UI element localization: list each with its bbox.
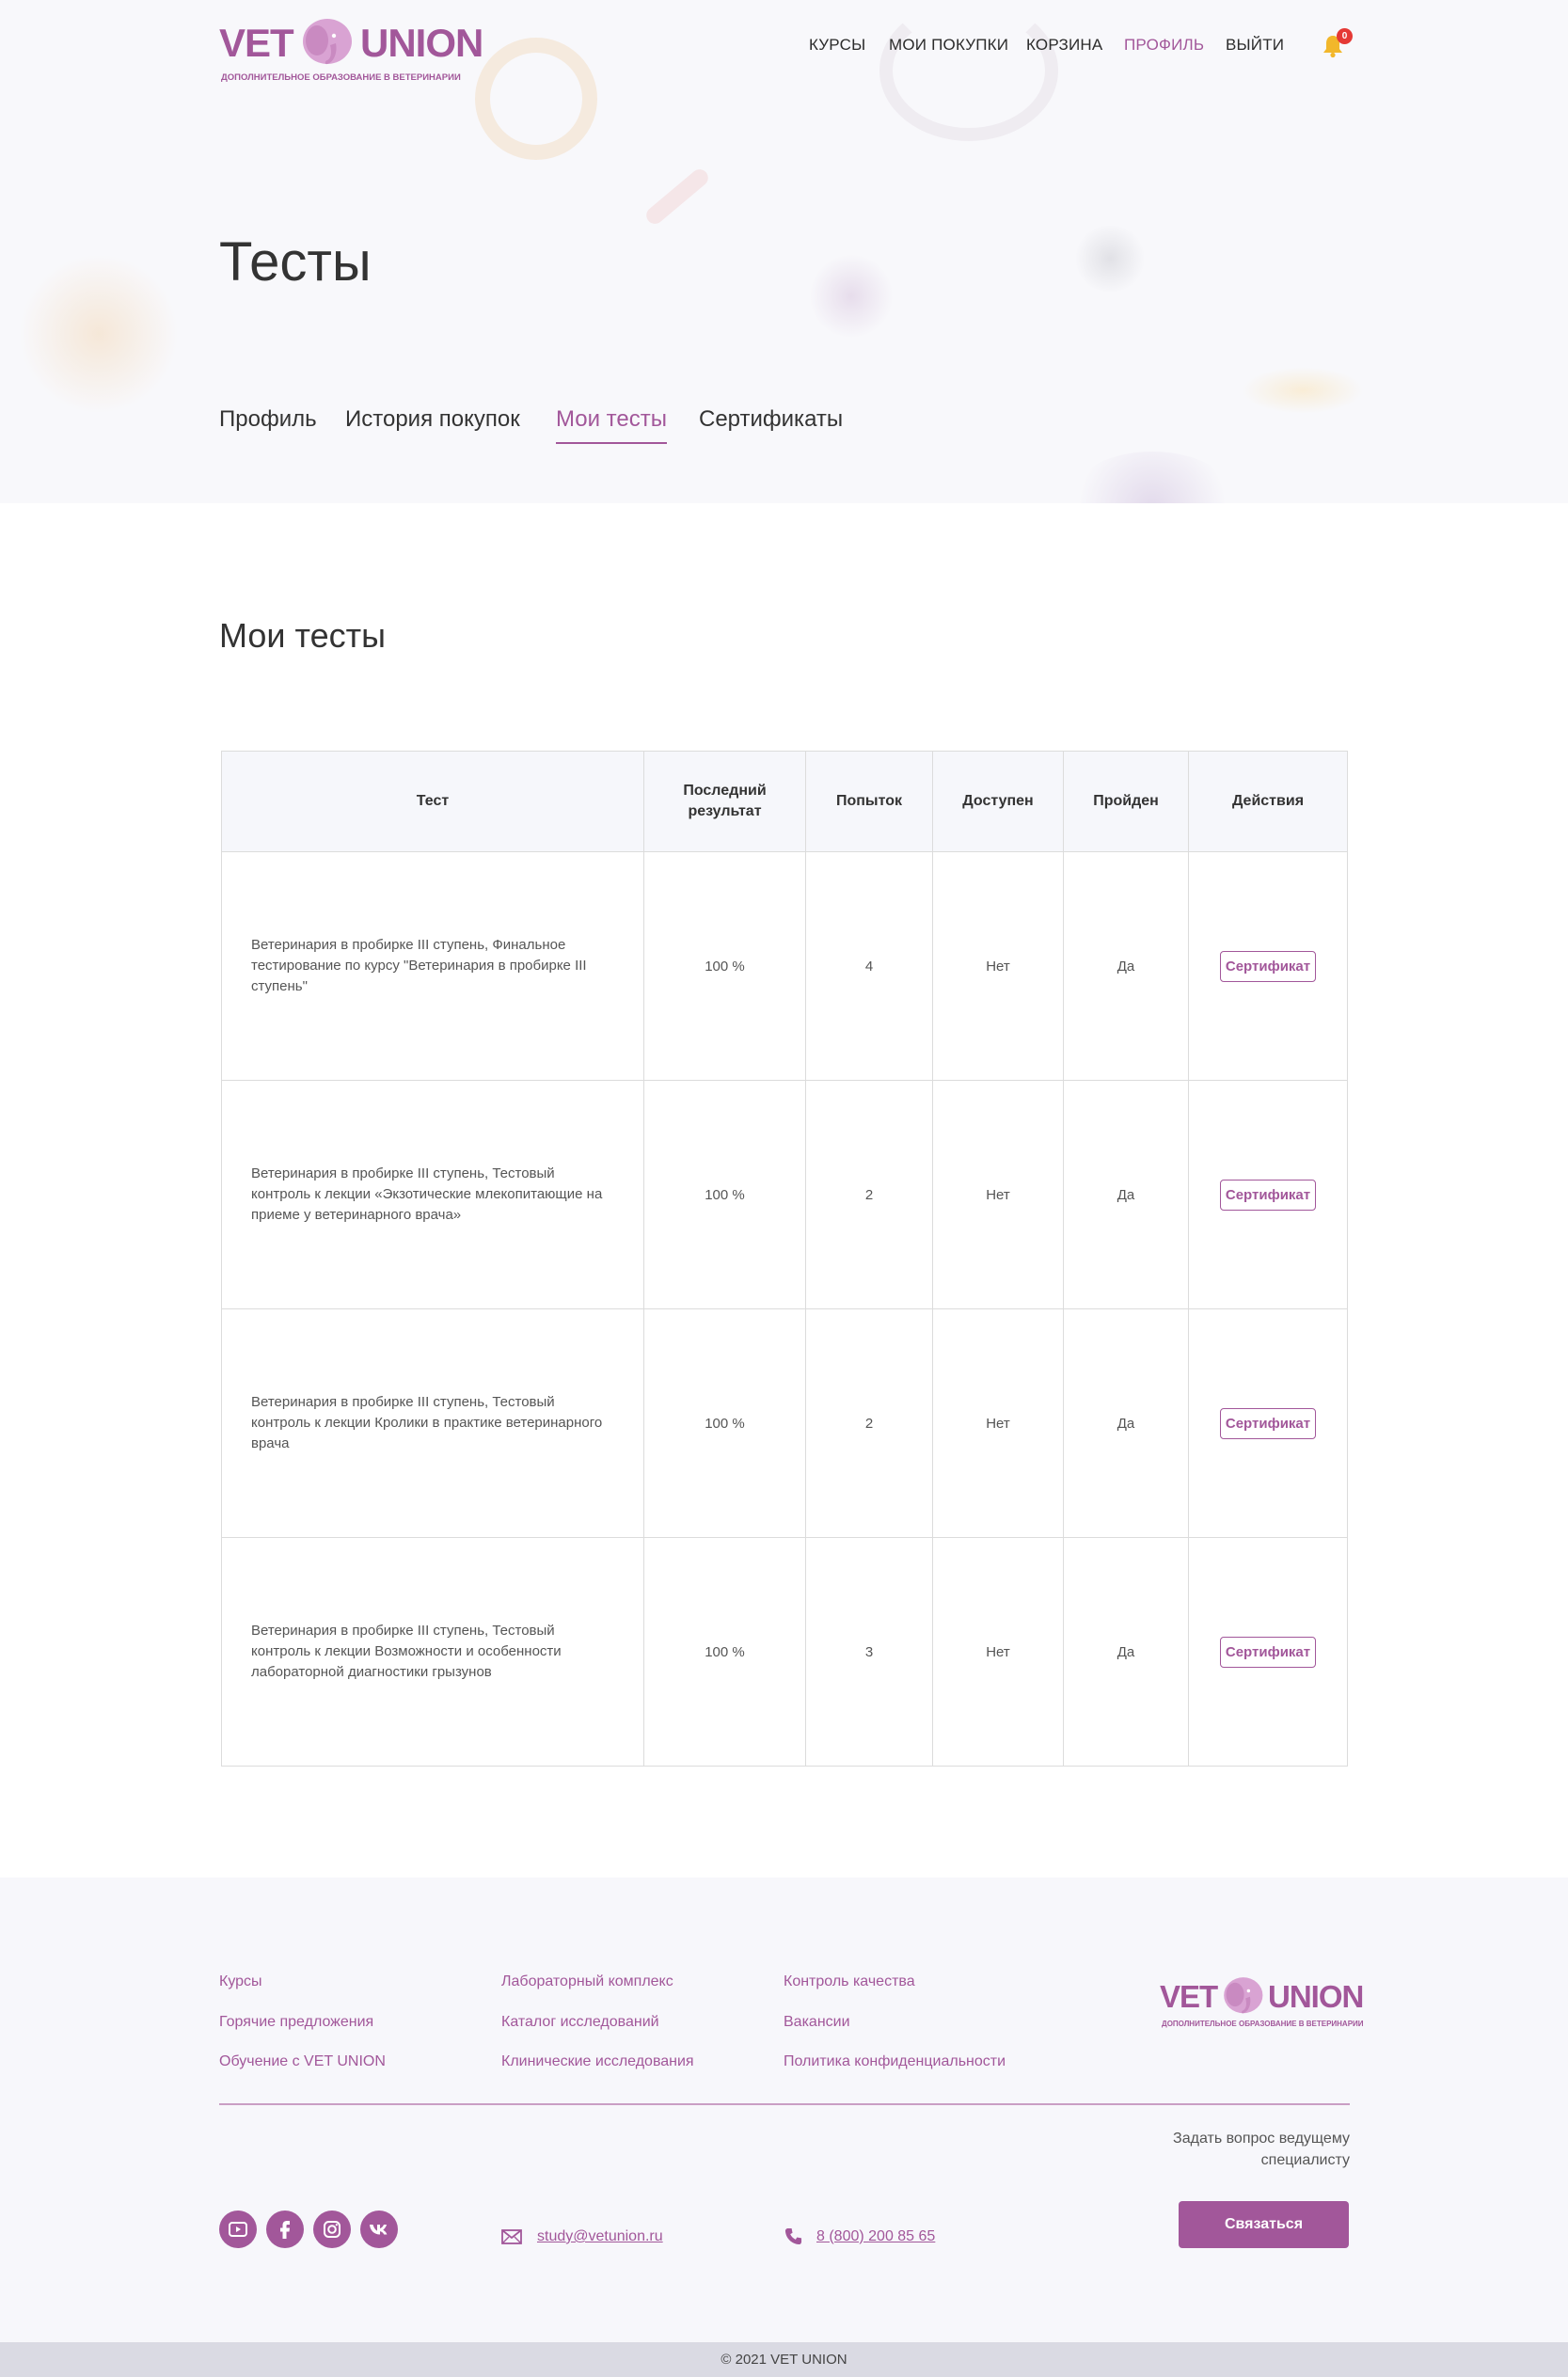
elephant-logo-icon xyxy=(303,19,352,65)
nav-item-courses[interactable]: КУРСЫ xyxy=(809,36,865,55)
contact-button[interactable]: Связаться xyxy=(1179,2201,1349,2248)
footer-logo[interactable]: VET UNION ДОПОЛНИТЕЛЬНОЕ ОБРАЗОВАНИЕ В В… xyxy=(1160,1971,1364,2031)
certificate-button[interactable]: Сертификат xyxy=(1219,1407,1317,1439)
ask-specialist-text: Задать вопрос ведущему специалисту xyxy=(1173,2131,1350,2168)
certificate-button[interactable]: Сертификат xyxy=(1219,1636,1317,1668)
instagram-link[interactable] xyxy=(313,2211,351,2248)
header-logo[interactable]: VET UNION ДОПОЛНИТЕЛЬНОЕ ОБРАЗОВАНИЕ В В… xyxy=(219,9,483,85)
test-name-cell: Ветеринария в пробирке III ступень, Фина… xyxy=(221,851,644,1081)
footer-link-privacy-policy[interactable]: Политика конфиденциальности xyxy=(784,2053,1006,2070)
test-name-cell: Ветеринария в пробирке III ступень, Тест… xyxy=(221,1080,644,1309)
passed-cell: Да xyxy=(1063,1537,1189,1767)
attempts-cell: 3 xyxy=(805,1537,933,1767)
test-name-cell: Ветеринария в пробирке III ступень, Тест… xyxy=(221,1537,644,1767)
page-title: Тесты xyxy=(219,231,372,293)
column-header-available: Доступен xyxy=(932,751,1064,852)
last-result-cell: 100 % xyxy=(643,1537,806,1767)
nav-item-my-purchases[interactable]: МОИ ПОКУПКИ xyxy=(889,36,1008,55)
available-cell: Нет xyxy=(932,1537,1064,1767)
logo-word-vet: VET xyxy=(219,21,294,65)
tests-table: Тест Последний результат Попыток Доступе… xyxy=(221,751,1348,1767)
copyright-bar: © 2021 VET UNION xyxy=(0,2342,1568,2377)
passed-cell: Да xyxy=(1063,1308,1189,1538)
passed-cell: Да xyxy=(1063,851,1189,1081)
available-cell: Нет xyxy=(932,1308,1064,1538)
footer-link-hot-offers[interactable]: Горячие предложения xyxy=(219,2014,373,2031)
decor-ring xyxy=(879,0,1058,141)
attempts-cell: 2 xyxy=(805,1308,933,1538)
footer-link-catalog[interactable]: Каталог исследований xyxy=(501,2014,659,2031)
footer-link-courses[interactable]: Курсы xyxy=(219,1973,262,1990)
test-name-cell: Ветеринария в пробирке III ступень, Тест… xyxy=(221,1308,644,1538)
vk-link[interactable] xyxy=(360,2211,398,2248)
elephant-logo-icon xyxy=(1224,1977,1263,2014)
youtube-link[interactable] xyxy=(219,2211,257,2248)
logo-word-union: UNION xyxy=(1268,1979,1364,2014)
youtube-icon xyxy=(229,2222,247,2237)
phone-link[interactable]: 8 (800) 200 85 65 xyxy=(816,2228,935,2245)
table-row: Ветеринария в пробирке III ступень, Тест… xyxy=(221,1308,1348,1538)
certificate-button[interactable]: Сертификат xyxy=(1219,1179,1317,1211)
table-header-row: Тест Последний результат Попыток Доступе… xyxy=(221,751,1348,852)
footer xyxy=(0,1878,1568,2342)
decor-blob xyxy=(809,254,894,339)
nav-item-logout[interactable]: ВЫЙТИ xyxy=(1226,36,1284,55)
vk-icon xyxy=(370,2225,388,2235)
logo-word-vet: VET xyxy=(1160,1979,1218,2014)
attempts-cell: 2 xyxy=(805,1080,933,1309)
column-header-attempts: Попыток xyxy=(805,751,933,852)
section-title: Мои тесты xyxy=(219,616,386,655)
logo-word-union: UNION xyxy=(360,21,483,65)
available-cell: Нет xyxy=(932,851,1064,1081)
tab-my-tests[interactable]: Мои тесты xyxy=(556,406,667,444)
logo-tagline: ДОПОЛНИТЕЛЬНОЕ ОБРАЗОВАНИЕ В ВЕТЕРИНАРИИ xyxy=(221,72,461,83)
facebook-link[interactable] xyxy=(266,2211,304,2248)
attempts-cell: 4 xyxy=(805,851,933,1081)
notifications-button[interactable]: 0 xyxy=(1322,28,1353,60)
footer-link-lab-complex[interactable]: Лабораторный комплекс xyxy=(501,1973,673,1990)
nav-item-cart[interactable]: КОРЗИНА xyxy=(1026,36,1102,55)
phone-icon xyxy=(784,2227,802,2245)
footer-link-training[interactable]: Обучение с VET UNION xyxy=(219,2053,386,2070)
available-cell: Нет xyxy=(932,1080,1064,1309)
actions-cell: Сертификат xyxy=(1188,851,1348,1081)
footer-link-vacancies[interactable]: Вакансии xyxy=(784,2014,850,2031)
tab-certificates[interactable]: Сертификаты xyxy=(699,406,843,442)
decor-pill xyxy=(642,166,712,228)
column-header-actions: Действия xyxy=(1188,751,1348,852)
facebook-icon xyxy=(280,2221,290,2239)
column-header-last-result: Последний результат xyxy=(643,751,806,852)
instagram-icon xyxy=(324,2221,341,2238)
last-result-cell: 100 % xyxy=(643,1308,806,1538)
table-row: Ветеринария в пробирке III ступень, Тест… xyxy=(221,1080,1348,1309)
column-header-passed: Пройден xyxy=(1063,751,1189,852)
notification-count-badge: 0 xyxy=(1337,28,1353,44)
footer-divider xyxy=(219,2103,1350,2105)
column-header-test: Тест xyxy=(221,751,644,852)
footer-link-clinical-research[interactable]: Клинические исследования xyxy=(501,2053,694,2070)
tab-profile[interactable]: Профиль xyxy=(219,406,317,442)
envelope-icon xyxy=(501,2229,522,2244)
decor-ring xyxy=(475,38,597,160)
table-row: Ветеринария в пробирке III ступень, Фина… xyxy=(221,851,1348,1081)
actions-cell: Сертификат xyxy=(1188,1308,1348,1538)
email-link[interactable]: study@vetunion.ru xyxy=(537,2228,663,2245)
certificate-button[interactable]: Сертификат xyxy=(1219,950,1317,982)
actions-cell: Сертификат xyxy=(1188,1080,1348,1309)
copyright-text: © 2021 VET UNION xyxy=(721,2352,847,2368)
actions-cell: Сертификат xyxy=(1188,1537,1348,1767)
decor-blob xyxy=(1242,367,1364,414)
last-result-cell: 100 % xyxy=(643,1080,806,1309)
decor-blob xyxy=(19,254,179,414)
table-row: Ветеринария в пробирке III ступень, Тест… xyxy=(221,1537,1348,1767)
passed-cell: Да xyxy=(1063,1080,1189,1309)
tab-purchase-history[interactable]: История покупок xyxy=(345,406,520,442)
last-result-cell: 100 % xyxy=(643,851,806,1081)
nav-item-profile[interactable]: ПРОФИЛЬ xyxy=(1124,36,1204,55)
footer-link-quality-control[interactable]: Контроль качества xyxy=(784,1973,915,1990)
decor-blob xyxy=(1063,452,1242,503)
decor-blob xyxy=(1072,226,1148,292)
logo-tagline: ДОПОЛНИТЕЛЬНОЕ ОБРАЗОВАНИЕ В ВЕТЕРИНАРИИ xyxy=(1162,2020,1364,2028)
